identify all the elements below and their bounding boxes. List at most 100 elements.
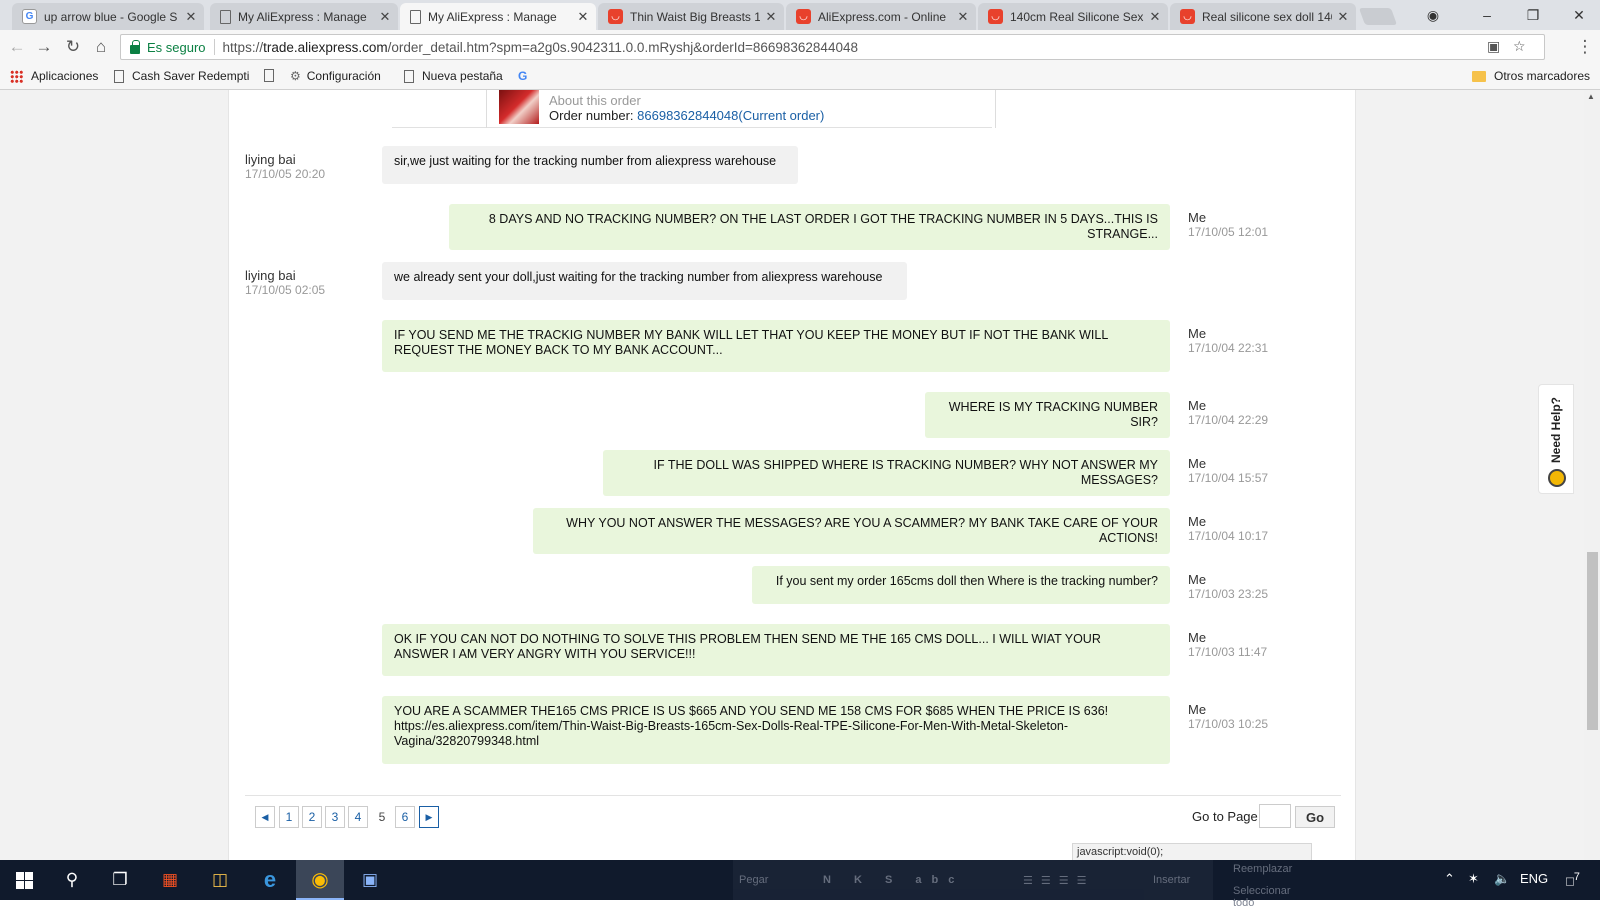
- chrome-icon[interactable]: ◉: [296, 860, 344, 900]
- store-icon[interactable]: ▦: [146, 860, 194, 900]
- url-path: /order_detail.htm?spm=a2g0s.9042311.0.0.…: [387, 39, 858, 55]
- need-help-label: Need Help?: [1549, 397, 1563, 464]
- message-meta: Me 17/10/04 22:31: [1188, 326, 1268, 356]
- forward-arrow-icon[interactable]: →: [32, 35, 56, 59]
- page-icon: [404, 69, 414, 83]
- close-tab-icon[interactable]: ✕: [378, 9, 392, 25]
- network-icon[interactable]: ✶: [1468, 871, 1479, 887]
- page-6-button[interactable]: 6: [395, 806, 415, 828]
- tab-6[interactable]: ◡ 140cm Real Silicone Sex ✕: [978, 3, 1168, 30]
- sender-name: Me: [1188, 572, 1207, 587]
- close-tab-icon[interactable]: ✕: [1148, 9, 1162, 25]
- bookmark-label: Otros marcadores: [1494, 69, 1591, 83]
- bookmark-star-icon[interactable]: ☆: [1513, 38, 1526, 55]
- tab-title: Real silicone sex doll 140: [1202, 9, 1332, 24]
- message-meta: liying bai 17/10/05 20:20: [245, 152, 325, 182]
- divider: [245, 795, 1341, 796]
- sender-name: Me: [1188, 630, 1207, 645]
- message-meta: liying bai 17/10/05 02:05: [245, 268, 325, 298]
- scrollbar-thumb[interactable]: [1587, 552, 1598, 730]
- page-scrollbar[interactable]: ▲: [1584, 90, 1600, 860]
- page-icon: [220, 9, 231, 24]
- close-tab-icon[interactable]: ✕: [956, 9, 970, 25]
- notification-count: 7: [1573, 871, 1580, 883]
- sender-name: Me: [1188, 514, 1207, 529]
- bookmark-label: Cash Saver Redempti: [132, 69, 250, 83]
- message-bubble: YOU ARE A SCAMMER THE165 CMS PRICE IS US…: [382, 696, 1170, 764]
- tab-5[interactable]: ◡ AliExpress.com - Online ✕: [786, 3, 976, 30]
- message-bubble: OK IF YOU CAN NOT DO NOTHING TO SOLVE TH…: [382, 624, 1170, 676]
- divider: [213, 39, 215, 55]
- tab-title: My AliExpress : Manage: [238, 9, 367, 24]
- bookmark-config[interactable]: ⚙ Configuración: [290, 69, 381, 83]
- translate-icon[interactable]: ▣: [1487, 38, 1500, 55]
- page-icon: [114, 69, 124, 83]
- start-button[interactable]: [0, 860, 48, 900]
- close-tab-icon[interactable]: ✕: [576, 9, 590, 25]
- message-timestamp: 17/10/04 15:57: [1188, 471, 1269, 485]
- bookmark-apps[interactable]: Aplicaciones: [10, 69, 98, 83]
- ghost-insert-label: Insertar: [1153, 874, 1191, 886]
- need-help-widget[interactable]: Need Help?: [1538, 384, 1574, 494]
- bookmark-blank[interactable]: [264, 69, 282, 82]
- order-number-link[interactable]: 86698362844048(Current order): [637, 108, 824, 123]
- bookmark-new-tab[interactable]: Nueva pestaña: [404, 69, 503, 83]
- message-timestamp: 17/10/04 22:31: [1188, 341, 1269, 355]
- bookmark-other[interactable]: Otros marcadores: [1472, 69, 1590, 83]
- bookmarks-bar: Aplicaciones Cash Saver Redempti ⚙ Config…: [0, 64, 1600, 90]
- tab-2[interactable]: My AliExpress : Manage ✕: [210, 3, 398, 30]
- goto-page-input[interactable]: [1259, 804, 1291, 828]
- ghost-select-all-label: Seleccionar todo: [1233, 885, 1291, 909]
- message-meta: Me 17/10/05 12:01: [1188, 210, 1268, 240]
- menu-kebab-icon[interactable]: ⋮: [1573, 35, 1597, 59]
- order-number: Order number: 86698362844048(Current ord…: [549, 108, 824, 123]
- windows-logo-icon: [15, 871, 33, 889]
- back-arrow-icon[interactable]: ←: [5, 35, 29, 59]
- bookmark-cash-saver[interactable]: Cash Saver Redempti: [114, 69, 249, 83]
- page-3-button[interactable]: 3: [325, 806, 345, 828]
- file-explorer-icon[interactable]: ◫: [196, 860, 244, 900]
- input-language[interactable]: ENG: [1520, 871, 1548, 886]
- page-4-button[interactable]: 4: [348, 806, 368, 828]
- tab-title: My AliExpress : Manage: [428, 9, 557, 24]
- search-icon[interactable]: ⚲: [48, 860, 96, 900]
- google-icon: G: [22, 9, 37, 24]
- restore-button[interactable]: ❐: [1510, 0, 1556, 30]
- edge-browser-icon[interactable]: e: [246, 860, 294, 900]
- bookmark-google[interactable]: G: [518, 69, 527, 83]
- secure-label: Es seguro: [147, 39, 206, 55]
- notification-center-icon[interactable]: □7: [1566, 871, 1580, 888]
- home-icon[interactable]: ⌂: [89, 35, 113, 59]
- next-page-button[interactable]: ▶: [419, 806, 439, 828]
- close-tab-icon[interactable]: ✕: [1336, 9, 1350, 25]
- tab-title: Thin Waist Big Breasts 16: [630, 9, 760, 24]
- page-icon: [264, 69, 274, 82]
- product-thumbnail[interactable]: [499, 90, 539, 124]
- message-bubble: If you sent my order 165cms doll then Wh…: [752, 566, 1170, 604]
- page-2-button[interactable]: 2: [302, 806, 322, 828]
- go-button[interactable]: Go: [1295, 806, 1335, 828]
- tab-3[interactable]: My AliExpress : Manage ✕: [400, 3, 596, 30]
- new-tab-button[interactable]: [1358, 8, 1398, 25]
- profile-icon[interactable]: ◉: [1410, 0, 1456, 30]
- close-tab-icon[interactable]: ✕: [764, 9, 778, 25]
- prev-page-button[interactable]: ◀: [255, 806, 275, 828]
- tab-1[interactable]: Gup arrow blue - Google S ✕: [12, 3, 204, 30]
- close-window-button[interactable]: ✕: [1556, 0, 1600, 30]
- minimize-button[interactable]: –: [1464, 0, 1510, 30]
- url-text[interactable]: https://trade.aliexpress.com/order_detai…: [223, 40, 858, 55]
- google-icon: G: [518, 69, 528, 83]
- scroll-up-arrow-icon[interactable]: ▲: [1587, 92, 1595, 101]
- paint-app-icon[interactable]: ▣: [346, 860, 394, 900]
- reload-icon[interactable]: ↻: [61, 35, 85, 59]
- address-bar[interactable]: Es seguro https://trade.aliexpress.com/o…: [120, 34, 1545, 60]
- show-hidden-icons-icon[interactable]: ⌃: [1444, 871, 1455, 887]
- tab-7[interactable]: ◡ Real silicone sex doll 140 ✕: [1170, 3, 1356, 30]
- page-1-button[interactable]: 1: [279, 806, 299, 828]
- task-view-icon[interactable]: ❐: [96, 860, 144, 900]
- close-tab-icon[interactable]: ✕: [184, 9, 198, 25]
- tab-4[interactable]: ◡ Thin Waist Big Breasts 16 ✕: [598, 3, 784, 30]
- volume-icon[interactable]: 🔈: [1494, 871, 1510, 887]
- message-meta: Me 17/10/04 22:29: [1188, 398, 1268, 428]
- aliexpress-icon: ◡: [988, 9, 1003, 24]
